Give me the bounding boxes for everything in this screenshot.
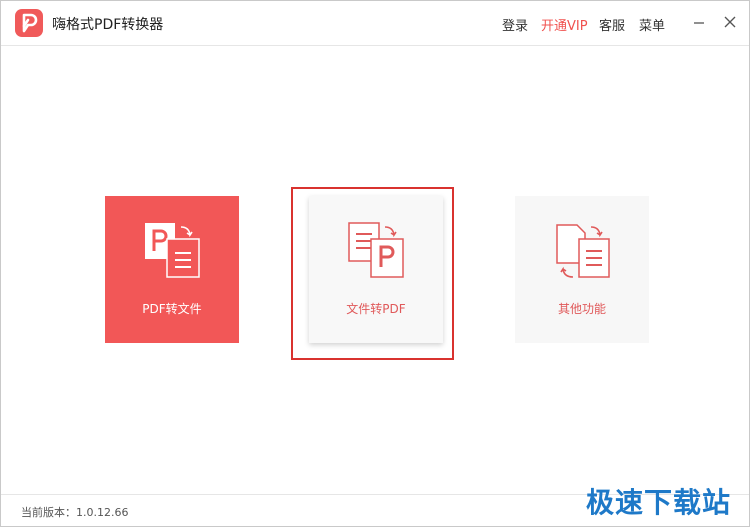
- app-title: 嗨格式PDF转换器: [52, 17, 164, 33]
- title-bar[interactable]: 嗨格式PDF转换器 登录 开通VIP 客服 菜单: [1, 1, 749, 46]
- app-window: 嗨格式PDF转换器 登录 开通VIP 客服 菜单 PDF转文件 文件转PDF 其…: [0, 0, 750, 527]
- pdf-to-file-icon: [145, 223, 200, 278]
- pdf-to-file-label: PDF转文件: [142, 302, 202, 316]
- minimize-icon: [694, 22, 704, 24]
- minimize-button[interactable]: [689, 12, 709, 32]
- open-vip-link[interactable]: 开通VIP: [541, 15, 588, 34]
- menu-link[interactable]: 菜单: [639, 15, 665, 34]
- watermark-logo: 极速下载站: [585, 486, 731, 519]
- version-text: 当前版本：1.0.12.66: [21, 506, 129, 519]
- other-functions-icon: [556, 224, 610, 278]
- file-to-pdf-label: 文件转PDF: [346, 302, 406, 316]
- file-to-pdf-icon: [348, 222, 404, 278]
- login-link[interactable]: 登录: [502, 15, 528, 34]
- pdf-to-file-card[interactable]: PDF转文件: [105, 196, 239, 343]
- other-functions-card[interactable]: 其他功能: [515, 196, 649, 343]
- file-to-pdf-card[interactable]: 文件转PDF: [309, 196, 443, 343]
- other-functions-label: 其他功能: [557, 302, 606, 316]
- status-bar: 当前版本：1.0.12.66 极速下载站: [1, 486, 749, 527]
- customer-service-link[interactable]: 客服: [599, 15, 625, 34]
- close-button[interactable]: [720, 12, 740, 32]
- app-logo-icon: [15, 9, 43, 37]
- close-icon: [724, 16, 736, 28]
